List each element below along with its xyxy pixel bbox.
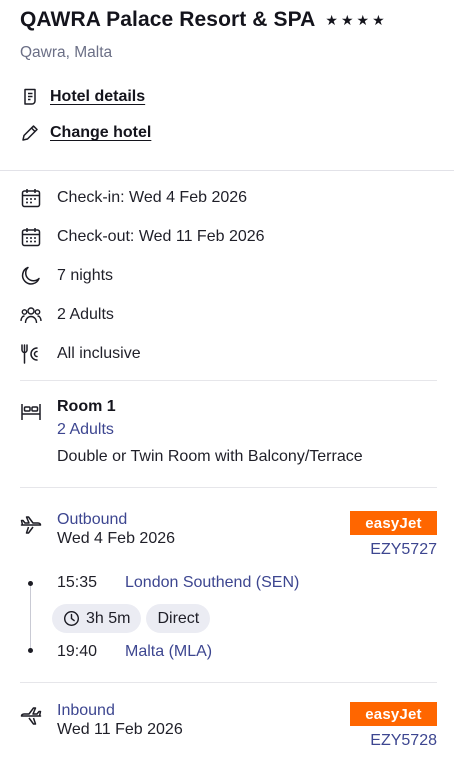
inbound-info: Inbound Wed 11 Feb 2026 [57, 702, 183, 739]
nights-text: 7 nights [57, 267, 114, 284]
hotel-details-label[interactable]: Hotel details [50, 88, 145, 106]
nights-row: 7 nights [20, 265, 113, 287]
room-title: Room 1 [57, 398, 116, 415]
check-out-text: Check-out: Wed 11 Feb 2026 [57, 228, 265, 245]
departure-dot [28, 581, 33, 586]
check-in-row: Check-in: Wed 4 Feb 2026 [20, 187, 247, 209]
duration-text: 3h 5m [86, 609, 131, 627]
star-rating: ★ ★ ★ ★ [325, 12, 384, 29]
room-info: Room 1 2 Adults Double or Twin Room with… [57, 398, 363, 466]
star-icon: ★ [340, 11, 354, 28]
outbound-flight-number: EZY5727 [370, 541, 437, 558]
guests-text: 2 Adults [57, 306, 114, 323]
arrival-time: 19:40 [57, 643, 98, 660]
star-icon: ★ [356, 11, 370, 28]
inbound-date: Wed 11 Feb 2026 [57, 721, 183, 738]
room-adults: 2 Adults [57, 421, 114, 438]
outbound-label: Outbound [57, 511, 128, 528]
board-text: All inclusive [57, 345, 141, 362]
bed-icon [21, 404, 41, 420]
timeline-line [30, 583, 31, 651]
hotel-title-row: QAWRA Palace Resort & SPA ★ ★ ★ ★ [20, 8, 444, 32]
board-row: All inclusive [20, 343, 141, 365]
arrival-place: Malta (MLA) [125, 643, 213, 660]
section-divider [0, 170, 454, 171]
hotel-name: QAWRA Palace Resort & SPA [20, 8, 316, 31]
outbound-info: Outbound Wed 4 Feb 2026 [57, 511, 175, 548]
check-in-text: Check-in: Wed 4 Feb 2026 [57, 189, 248, 206]
clock-icon [63, 610, 80, 627]
calendar-icon [21, 228, 41, 247]
outbound-header: Outbound Wed 4 Feb 2026 [20, 511, 175, 548]
hotel-details-link[interactable]: Hotel details [20, 87, 145, 107]
document-icon [24, 88, 36, 105]
star-icon: ★ [325, 11, 338, 28]
departure-time: 15:35 [57, 574, 98, 591]
airline-logo: easyJet [350, 511, 437, 535]
plane-landing-icon [20, 707, 42, 725]
room-block: Room 1 2 Adults Double or Twin Room with… [20, 398, 363, 466]
section-divider [20, 487, 437, 488]
star-icon: ★ [372, 11, 385, 28]
inbound-flight-number: EZY5728 [370, 732, 437, 749]
duration-chip: 3h 5m [52, 604, 142, 633]
pencil-icon [22, 125, 38, 141]
arrival-dot [28, 648, 33, 653]
arrival-row: 19:40 Malta (MLA) [57, 643, 212, 661]
change-hotel-label[interactable]: Change hotel [50, 124, 151, 142]
hotel-location: Qawra, Malta [20, 44, 113, 61]
cutlery-icon [21, 344, 38, 364]
check-out-row: Check-out: Wed 11 Feb 2026 [20, 226, 265, 248]
guests-row: 2 Adults [20, 304, 114, 326]
departure-place: London Southend (SEN) [125, 574, 300, 591]
flight-meta-chips: 3h 5m Direct [52, 604, 211, 633]
section-divider [20, 380, 437, 381]
people-icon [20, 307, 42, 324]
inbound-header: Inbound Wed 11 Feb 2026 [20, 702, 183, 739]
hotel-header: QAWRA Palace Resort & SPA ★ ★ ★ ★ Qawra,… [20, 8, 444, 62]
airline-logo: easyJet [350, 702, 437, 726]
room-type: Double or Twin Room with Balcony/Terrace [57, 448, 363, 465]
inbound-label: Inbound [57, 702, 115, 719]
change-hotel-link[interactable]: Change hotel [20, 123, 151, 143]
stops-text: Direct [157, 609, 200, 627]
moon-icon [21, 266, 40, 285]
calendar-icon [21, 189, 41, 208]
departure-row: 15:35 London Southend (SEN) [57, 574, 299, 592]
outbound-date: Wed 4 Feb 2026 [57, 530, 176, 547]
section-divider [20, 682, 437, 683]
plane-takeoff-icon [20, 516, 42, 534]
stops-chip: Direct [146, 604, 211, 633]
